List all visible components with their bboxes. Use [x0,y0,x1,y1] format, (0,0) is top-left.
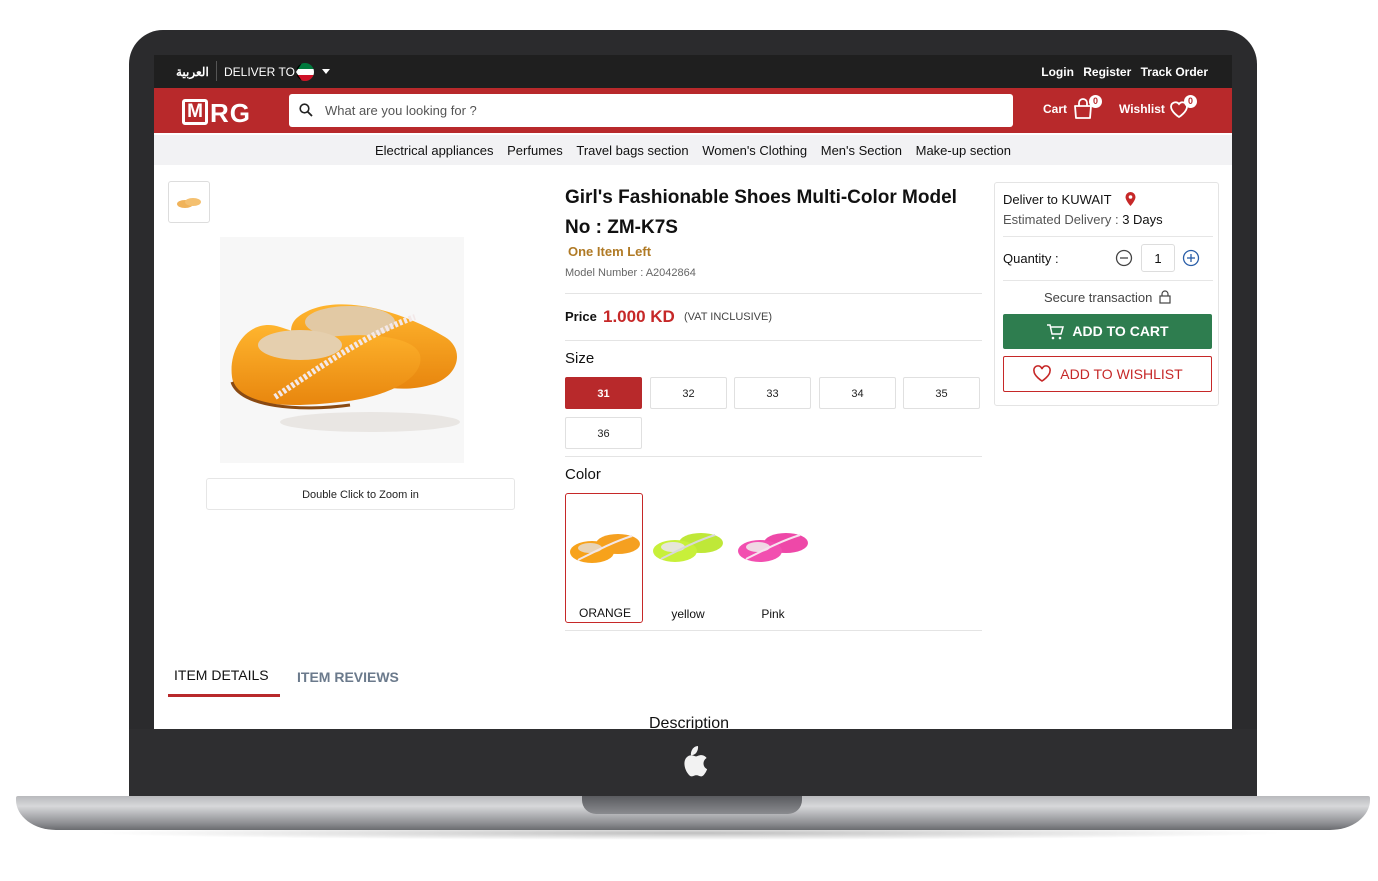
browser-screen: العربية DELIVER TO Login Register Track … [154,55,1232,729]
search-input[interactable] [325,94,1005,127]
kuwait-flag-icon[interactable] [296,63,314,81]
location-pin-icon [1125,192,1136,206]
deliver-to-label[interactable]: DELIVER TO [224,65,295,79]
language-switch[interactable]: العربية [176,65,209,79]
color-option-yellow[interactable]: yellow [649,493,727,623]
nav-item-makeup[interactable]: Make-up section [916,143,1011,158]
yellow-shoe-image [653,533,723,562]
add-to-wishlist-label: ADD TO WISHLIST [1060,366,1183,382]
main-header: M RG Cart 0 Wishlist 0 [154,88,1232,133]
model-number: Model Number : A2042864 [565,267,696,279]
apple-logo-icon [684,746,708,777]
zoom-hint: Double Click to Zoom in [206,478,515,510]
tab-item-reviews[interactable]: ITEM REVIEWS [297,669,399,685]
size-option[interactable]: 32 [650,377,727,409]
price-label: Price [565,309,597,324]
description-heading: Description [649,715,730,729]
cart-icon [1047,324,1065,340]
top-bar: العربية DELIVER TO Login Register Track … [154,55,1232,88]
size-label: Size [565,350,595,367]
nav-item-womens-clothing[interactable]: Women's Clothing [702,143,807,158]
laptop-notch [582,796,802,814]
size-option[interactable]: 35 [903,377,980,409]
tab-item-details[interactable]: ITEM DETAILS [174,667,269,683]
quantity-label: Quantity : [1003,251,1059,266]
topbar-divider [216,61,217,81]
divider [1003,236,1213,237]
color-option-pink[interactable]: Pink [734,493,812,623]
color-option-orange[interactable]: ORANGE [565,493,643,623]
nav-item-perfumes[interactable]: Perfumes [507,143,563,158]
search-bar [289,94,1013,127]
color-name: yellow [671,607,705,621]
nav-item-mens-section[interactable]: Men's Section [821,143,902,158]
quantity-input[interactable]: 1 [1141,244,1175,272]
vat-note: (VAT INCLUSIVE) [684,311,773,323]
cart-label[interactable]: Cart [1043,102,1067,116]
logo-m: M [182,99,208,125]
estimated-delivery: Estimated Delivery : 3 Days [1003,212,1163,227]
product-main-image[interactable] [220,237,464,463]
search-icon[interactable] [299,103,313,117]
stock-status: One Item Left [568,244,652,259]
logo-rg: RG [210,98,251,128]
plus-circle-icon[interactable] [1182,249,1200,267]
nav-item-travel-bags[interactable]: Travel bags section [576,143,688,158]
add-to-cart-label: ADD TO CART [1072,323,1169,339]
login-link[interactable]: Login [1041,65,1074,79]
product-thumbnail[interactable] [168,181,210,223]
divider [565,630,982,631]
pink-shoe-image [738,533,808,562]
product-title: Girl's Fashionable Shoes Multi-Color Mod… [565,187,957,238]
add-to-cart-button[interactable]: ADD TO CART [1003,314,1212,349]
color-name: ORANGE [578,606,631,620]
color-label: Color [565,466,601,483]
secure-transaction-label: Secure transaction [1043,290,1153,305]
divider [565,456,982,457]
wishlist-label[interactable]: Wishlist [1119,102,1165,116]
estimated-delivery-label: Estimated Delivery : [1003,212,1123,227]
divider [565,293,982,294]
register-link[interactable]: Register [1083,65,1131,79]
add-to-wishlist-button[interactable]: ADD TO WISHLIST [1003,356,1212,392]
deliver-to-country: Deliver to KUWAIT [1003,192,1112,207]
secure-transaction: Secure transaction [995,290,1220,305]
chevron-down-icon[interactable] [322,69,330,74]
active-tab-indicator [168,694,280,697]
estimated-delivery-value: 3 Days [1122,212,1163,227]
account-links: Login Register Track Order [1035,65,1208,79]
wishlist-count-badge: 0 [1184,95,1197,108]
divider [1003,280,1213,281]
nav-item-electrical[interactable]: Electrical appliances [375,143,494,158]
cart-count-badge: 0 [1089,95,1102,108]
purchase-panel: Deliver to KUWAIT Estimated Delivery : 3… [994,182,1219,406]
heart-outline-icon [1033,365,1052,382]
track-order-link[interactable]: Track Order [1141,65,1208,79]
color-name: Pink [761,607,785,621]
category-nav: Electrical appliances Perfumes Travel ba… [154,135,1232,165]
size-option[interactable]: 31 [565,377,642,409]
divider [565,340,982,341]
minus-circle-icon[interactable] [1115,249,1133,267]
size-option[interactable]: 34 [819,377,896,409]
size-option[interactable]: 36 [565,417,642,449]
price-value: 1.000 KD [603,307,675,326]
lock-icon [1159,290,1171,304]
orange-shoe-image [570,534,640,563]
size-option[interactable]: 33 [734,377,811,409]
